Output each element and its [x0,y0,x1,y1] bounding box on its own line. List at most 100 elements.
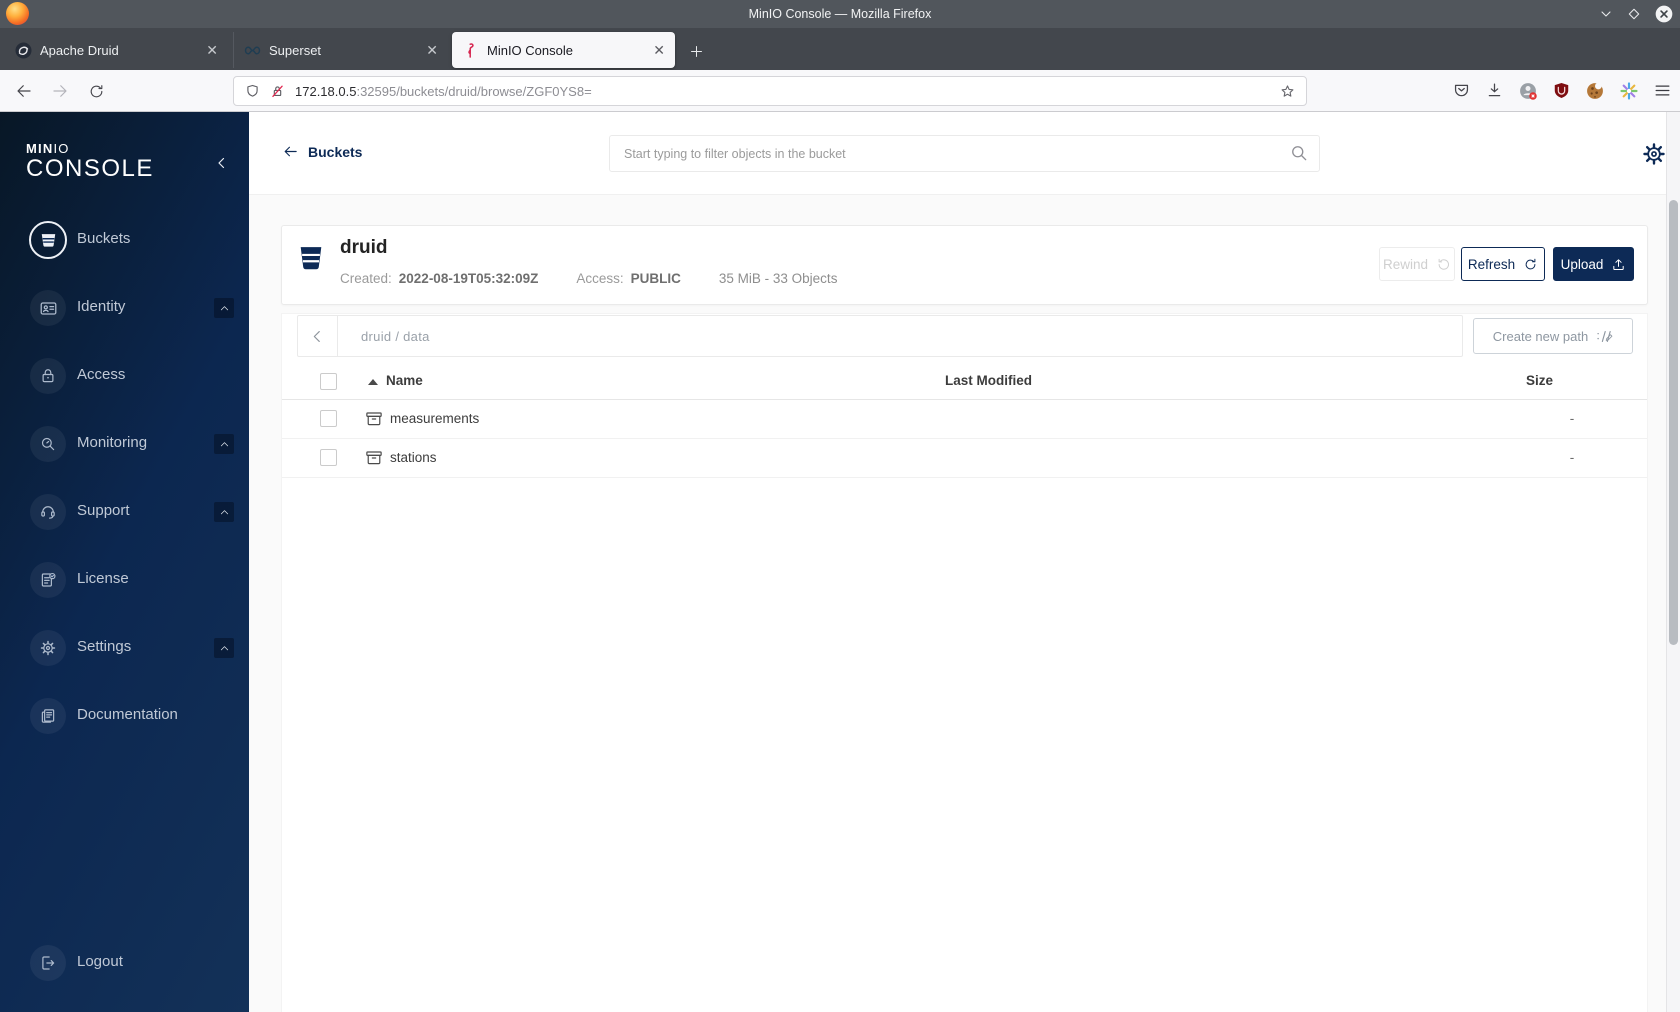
bookmark-star-icon[interactable] [1279,83,1296,100]
object-size: - [1569,411,1575,426]
window-titlebar: MinIO Console — Mozilla Firefox [0,0,1680,28]
object-size: - [1569,450,1575,465]
sidebar-item-support[interactable]: Support [0,478,249,546]
logo-console: CONSOLE [26,154,154,182]
select-all-checkbox[interactable] [320,373,337,390]
logout-icon [42,956,55,970]
tab-label: MinIO Console [487,42,573,58]
object-browser-panel: druid / data Create new path Name Last M… [281,313,1648,1012]
tab-label: Apache Druid [40,42,119,58]
bucket-icon [298,243,324,273]
ublock-icon[interactable] [1552,81,1571,100]
search-input[interactable] [609,135,1320,172]
url-bar[interactable]: 172.18.0.5:32595/buckets/druid/browse/ZG… [233,76,1307,106]
sidebar-item-documentation[interactable]: Documentation [0,682,249,750]
created-value: 2022-08-19T05:32:09Z [398,271,539,286]
pocket-icon[interactable] [1452,81,1471,100]
theme-icon[interactable] [1619,81,1639,101]
url-path: :32595/buckets/druid/browse/ZGF0YS8= [356,83,592,99]
gear-icon[interactable] [1641,141,1667,167]
path-back-button[interactable] [298,316,338,356]
back-icon[interactable] [12,79,36,103]
table-row[interactable]: measurements - [282,400,1647,439]
chevron-up-icon[interactable] [214,502,234,522]
new-path-icon [1597,330,1613,342]
firefox-logo-icon [6,2,29,25]
page-scrollbar[interactable] [1666,112,1680,1012]
shield-icon[interactable] [244,83,261,100]
rewind-icon [1438,258,1449,270]
logo-io: IO [53,141,70,156]
bucket-meta: Created: 2022-08-19T05:32:09Z Access: PU… [340,271,837,286]
sidebar-item-license[interactable]: License [0,546,249,614]
folder-icon [365,449,383,467]
column-header-name[interactable]: Name [386,373,423,388]
object-name[interactable]: stations [390,450,437,465]
tab-minio-console[interactable]: MinIO Console ✕ [452,32,675,68]
back-to-buckets-link[interactable]: Buckets [282,143,362,160]
insecure-lock-icon[interactable] [269,83,286,100]
tab-apache-druid[interactable]: Apache Druid ✕ [5,32,228,68]
sidebar-item-settings[interactable]: Settings [0,614,249,682]
create-new-path-button[interactable]: Create new path [1473,318,1633,354]
sidebar-item-label: Support [77,502,130,519]
tab-superset[interactable]: Superset ✕ [233,32,448,68]
bucket-size-summary: 35 MiB - 33 Objects [718,271,838,286]
path-bar: druid / data [297,315,1463,357]
created-label: Created: [340,271,392,286]
object-name[interactable]: measurements [390,411,479,426]
extension-icon[interactable] [1518,81,1538,101]
close-icon[interactable] [1654,4,1674,24]
tab-close-icon[interactable]: ✕ [206,43,218,57]
access-value: PUBLIC [630,271,681,286]
monitoring-icon [41,437,55,451]
sidebar-item-identity[interactable]: Identity [0,274,249,342]
sidebar-item-access[interactable]: Access [0,342,249,410]
tab-close-icon[interactable]: ✕ [653,43,665,57]
superset-favicon [244,46,261,54]
forward-icon[interactable] [48,79,72,103]
maximize-icon[interactable] [1626,6,1642,22]
cookie-icon[interactable] [1585,81,1605,101]
new-tab-button[interactable] [683,38,709,64]
minio-console-logo: MINIO CONSOLE [26,142,154,181]
refresh-label: Refresh [1467,256,1516,272]
download-icon[interactable] [1485,81,1504,100]
search-icon [1289,143,1309,163]
chevron-up-icon[interactable] [214,298,234,318]
refresh-button[interactable]: Refresh [1461,247,1545,281]
window-controls [1598,0,1674,28]
sidebar-item-logout[interactable]: Logout [0,929,249,997]
bucket-name: druid [340,237,388,258]
tab-bar: Apache Druid ✕ Superset ✕ MinIO Console … [0,28,1680,70]
sidebar-collapse-icon[interactable] [213,154,231,172]
reload-icon[interactable] [84,79,108,103]
chevron-up-icon[interactable] [214,638,234,658]
column-header-last-modified[interactable]: Last Modified [945,373,1032,388]
upload-label: Upload [1560,256,1604,272]
tab-close-icon[interactable]: ✕ [426,43,438,57]
column-header-size[interactable]: Size [1526,373,1553,388]
minimize-icon[interactable] [1598,6,1614,22]
upload-icon [1613,258,1625,270]
upload-button[interactable]: Upload [1553,247,1634,281]
sidebar-item-buckets[interactable]: Buckets [0,206,249,274]
minio-sidebar: MINIO CONSOLE Buckets Identity Access Mo… [0,112,249,1012]
access-label: Access: [576,271,624,286]
table-row[interactable]: stations - [282,439,1647,478]
sidebar-item-label: License [77,570,129,587]
sidebar-item-monitoring[interactable]: Monitoring [0,410,249,478]
chevron-up-icon[interactable] [214,434,234,454]
menu-icon[interactable] [1653,81,1672,100]
bucket-icon [41,233,55,247]
row-checkbox[interactable] [320,449,337,466]
sort-ascending-icon[interactable] [368,379,378,385]
sidebar-item-label: Monitoring [77,434,148,451]
create-path-label: Create new path [1492,328,1589,344]
row-checkbox[interactable] [320,410,337,427]
tab-label: Superset [269,42,322,58]
scrollbar-thumb[interactable] [1669,200,1678,645]
sidebar-item-label: Settings [77,638,132,655]
documentation-icon [41,709,55,723]
rewind-button[interactable]: Rewind [1379,247,1455,281]
